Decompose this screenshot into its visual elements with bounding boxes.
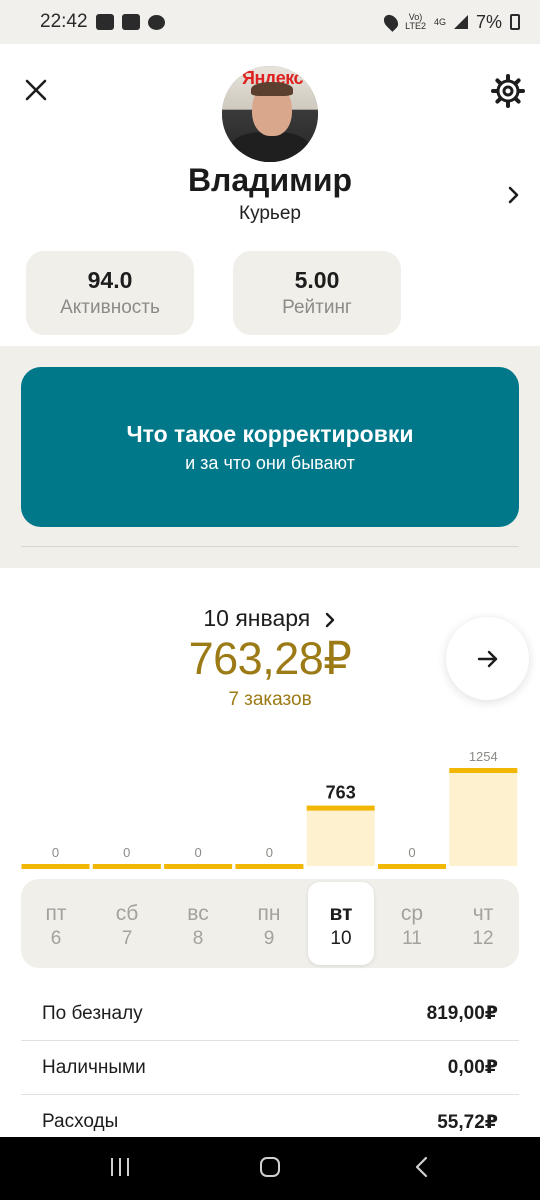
rating-label: Рейтинг [282, 297, 352, 318]
day-tabs: пт 6 сб 7 вс 8 пн 9 вт 10 ср 11 чт 12 [21, 879, 519, 968]
day-number: 12 [472, 928, 494, 949]
rating-value: 5.00 [294, 267, 340, 293]
chart-bar[interactable] [164, 864, 233, 869]
chart-value-label: 0 [52, 845, 59, 860]
chart-value-label: 0 [194, 845, 201, 860]
status-bar: 22:42 Vo) LTE2 4G 7% [0, 0, 540, 44]
battery-percent: 7% [475, 11, 502, 32]
chart-value-label: 1254 [469, 749, 498, 764]
chart-value-label: 0 [408, 845, 415, 860]
chart-bar[interactable] [306, 805, 375, 811]
divider [21, 546, 519, 547]
network-type: 4G [433, 16, 446, 27]
recents-button[interactable] [108, 1155, 132, 1184]
summary-row-cashless[interactable]: По безналу 819,00₽ [21, 987, 519, 1041]
day-tab-fri[interactable]: пт 6 [23, 882, 89, 965]
profile-open-button[interactable] [502, 180, 526, 210]
home-button[interactable] [258, 1155, 282, 1184]
day-tab-sat[interactable]: сб 7 [94, 882, 160, 965]
earnings-chart-svg: 0 0 0 0 763 0 1254 [21, 749, 518, 869]
activity-label: Активность [60, 297, 160, 318]
day-tab-tue[interactable]: вт 10 [308, 882, 374, 965]
battery-icon [510, 14, 520, 30]
rating-card[interactable]: 5.00 Рейтинг [233, 251, 401, 335]
summary-label: Наличными [42, 1056, 146, 1078]
promo-section: Что такое корректировки и за что они быв… [0, 346, 540, 568]
banner-subtitle: и за что они бывают [185, 453, 355, 473]
settings-button[interactable] [490, 73, 526, 109]
day-name: вт [329, 902, 353, 925]
chart-bar[interactable] [92, 864, 161, 869]
day-name: сб [115, 902, 139, 925]
status-right: Vo) LTE2 4G 7% [381, 11, 520, 33]
courier-profile-screen: 22:42 Vo) LTE2 4G 7% Яндекс Владимир Кур… [0, 0, 540, 1200]
next-button[interactable] [446, 617, 529, 700]
chart-bar[interactable] [21, 864, 90, 869]
chart-value-label: 0 [266, 845, 273, 860]
chart-value-label: 763 [326, 783, 356, 803]
day-tab-wed[interactable]: ср 11 [379, 882, 445, 965]
avatar-body [230, 132, 310, 162]
day-name: чт [472, 902, 494, 925]
user-name: Владимир [187, 162, 353, 198]
back-icon [415, 1156, 428, 1178]
day-tab-thu[interactable]: чт 12 [450, 882, 516, 965]
status-left: 22:42 [40, 11, 165, 33]
orders-count[interactable]: 7 заказов [0, 689, 540, 711]
signal-icon [453, 15, 468, 29]
day-number: 11 [402, 928, 422, 949]
volte-label-2: LTE2 [405, 21, 426, 31]
status-time: 22:42 [40, 11, 88, 32]
chart-bar[interactable] [449, 768, 518, 773]
day-number: 7 [121, 928, 133, 949]
chat-icon [147, 14, 165, 30]
day-name: пт [45, 902, 67, 925]
summary-label: По безналу [42, 1002, 143, 1024]
day-number: 9 [263, 928, 275, 949]
location-icon [381, 12, 402, 32]
summary-row-cash[interactable]: Наличными 0,00₽ [21, 1041, 519, 1095]
summary-value: 55,72₽ [437, 1111, 498, 1133]
summary-value: 0,00₽ [447, 1057, 498, 1078]
volte-label: Vo) LTE2 [405, 13, 426, 31]
day-number: 10 [330, 928, 352, 949]
day-number: 8 [192, 928, 204, 949]
banner-title: Что такое корректировки [126, 421, 414, 447]
day-name: ср [400, 902, 424, 925]
summary-label: Расходы [42, 1111, 119, 1132]
activity-card[interactable]: 94.0 Активность [26, 251, 194, 335]
selected-date: 10 января [203, 605, 311, 631]
avatar-hair [251, 82, 293, 96]
summary-value: 819,00₽ [426, 1003, 498, 1024]
recents-icon [111, 1158, 129, 1176]
user-role: Курьер [239, 203, 301, 224]
close-icon [25, 79, 47, 101]
mail-icon [121, 14, 140, 30]
day-name: вс [187, 902, 209, 925]
chart-bar-fill [449, 770, 518, 866]
gear-icon [491, 74, 525, 108]
activity-value: 94.0 [87, 267, 133, 293]
chart-bar[interactable] [235, 864, 304, 869]
chevron-right-icon [508, 186, 519, 204]
gallery-icon [95, 14, 114, 30]
corrections-banner[interactable]: Что такое корректировки и за что они быв… [21, 367, 519, 527]
day-number: 6 [50, 928, 62, 949]
chart-bar-fill [306, 807, 375, 866]
chevron-right-icon [325, 612, 334, 628]
system-nav-bar [0, 1137, 540, 1200]
home-icon [260, 1157, 280, 1177]
earnings-chart: 0 0 0 0 763 0 1254 [20, 740, 520, 870]
arrow-right-icon [477, 650, 497, 667]
avatar[interactable]: Яндекс [222, 66, 318, 162]
chart-bar[interactable] [378, 864, 446, 869]
chart-value-label: 0 [123, 845, 130, 860]
day-tab-sun[interactable]: вс 8 [165, 882, 231, 965]
back-button[interactable] [410, 1155, 434, 1184]
day-name: пн [257, 902, 281, 925]
close-button[interactable] [22, 76, 50, 104]
day-tab-mon[interactable]: пн 9 [236, 882, 302, 965]
